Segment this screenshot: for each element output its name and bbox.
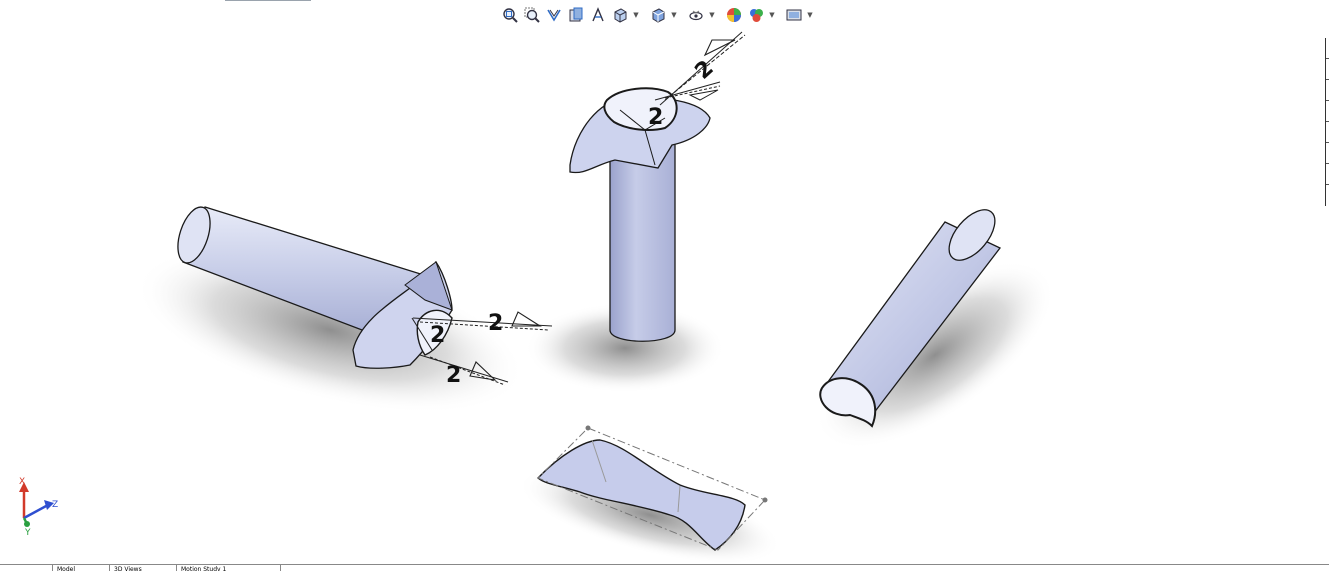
tab-nav-arrows[interactable] [0,565,53,571]
tab-model[interactable]: Model [53,565,110,571]
triad-y-label: Y [24,528,31,538]
weld-label-left-3: 2 [446,363,461,388]
graphics-area[interactable]: ▼ ▼ ▼ ▼ ▼ 2 2 2 2 2 X Z Y Model 3D Views… [0,0,1329,571]
tab-motion-study[interactable]: Motion Study 1 [177,565,281,571]
weld-label-left-2: 2 [430,323,445,348]
tab-3d-views[interactable]: 3D Views [110,565,177,571]
triad-z-label: Z [52,500,58,510]
center-tube-part[interactable] [569,87,711,342]
task-pane-edge[interactable] [1325,38,1329,206]
tab-bar-filler [281,565,1329,571]
model-view: 2 2 2 2 2 X Z Y [19,31,1055,565]
reference-triad [19,482,54,527]
triad-x-label: X [19,477,25,487]
weld-label-left-1: 2 [488,311,503,336]
weld-label-top-2: 2 [648,105,663,130]
